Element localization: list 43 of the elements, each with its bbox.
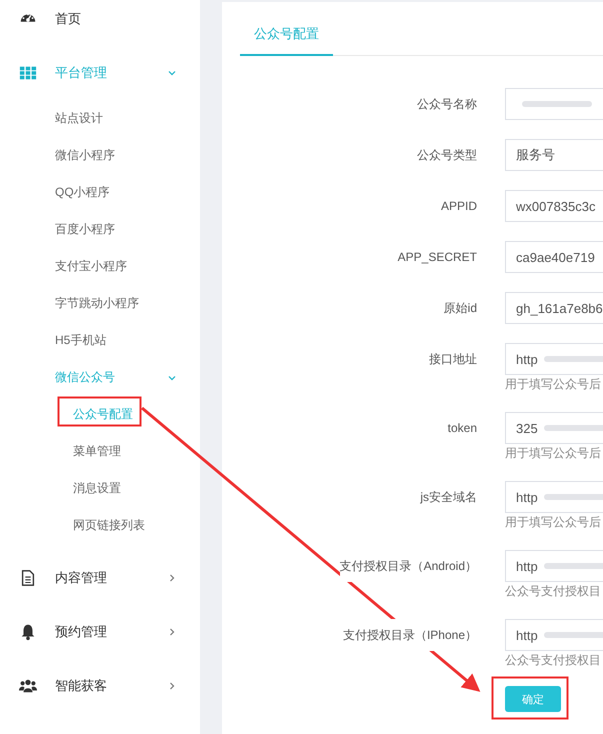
document-icon — [19, 569, 37, 587]
input-field[interactable]: http — [505, 481, 603, 513]
input-field[interactable]: wx007835c3c — [505, 190, 603, 222]
chevron-right-icon — [168, 574, 176, 582]
people-icon — [19, 677, 37, 695]
sidebar-item[interactable]: 预约管理 — [0, 605, 200, 659]
help-text: 公众号支付授权目 — [505, 583, 602, 600]
sidebar-item[interactable]: 智能获客 — [0, 659, 200, 713]
redaction-smudge — [544, 563, 603, 569]
input-field[interactable]: 服务号 — [505, 139, 603, 171]
redaction-smudge — [544, 632, 603, 638]
sidebar-subitem[interactable]: 消息设置 — [0, 470, 200, 507]
sidebar-subitem[interactable]: 菜单管理 — [0, 433, 200, 470]
redaction-smudge — [522, 101, 592, 107]
redaction-smudge — [544, 494, 603, 500]
chevron-down-icon — [168, 374, 176, 382]
help-text: 用于填写公众号后 — [505, 445, 602, 462]
sidebar-subitem[interactable]: 支付宝小程序 — [0, 248, 200, 285]
sidebar-subitem[interactable]: QQ小程序 — [0, 174, 200, 211]
input-field[interactable]: gh_161a7e8b6 — [505, 292, 603, 324]
redaction-smudge — [544, 425, 603, 431]
input-field[interactable]: ca9ae40e719 — [505, 241, 603, 273]
sidebar-subitem[interactable]: H5手机站 — [0, 322, 200, 359]
sidebar-subitem[interactable]: 百度小程序 — [0, 211, 200, 248]
input-field[interactable]: http — [505, 343, 603, 375]
chevron-down-icon — [168, 69, 176, 77]
sidebar-subitem[interactable]: 站点设计 — [0, 100, 200, 137]
bell-icon — [19, 623, 37, 641]
sidebar-subitem[interactable]: 字节跳动小程序 — [0, 285, 200, 322]
input-field[interactable]: http — [505, 619, 603, 651]
help-text: 用于填写公众号后 — [505, 376, 602, 393]
chevron-right-icon — [168, 682, 176, 690]
grid-icon — [19, 64, 37, 82]
sidebar-subitem[interactable]: 微信小程序 — [0, 137, 200, 174]
redaction-smudge — [544, 356, 603, 362]
sidebar-item[interactable]: 首页 — [0, 0, 200, 46]
chevron-right-icon — [168, 628, 176, 636]
sidebar-item[interactable]: 内容管理 — [0, 551, 200, 605]
input-field[interactable]: 325 — [505, 412, 603, 444]
help-text: 用于填写公众号后 — [505, 514, 602, 531]
help-text: 公众号支付授权目 — [505, 652, 602, 669]
input-field[interactable]: http — [505, 550, 603, 582]
sidebar-subitem[interactable]: 网页链接列表 — [0, 507, 200, 544]
